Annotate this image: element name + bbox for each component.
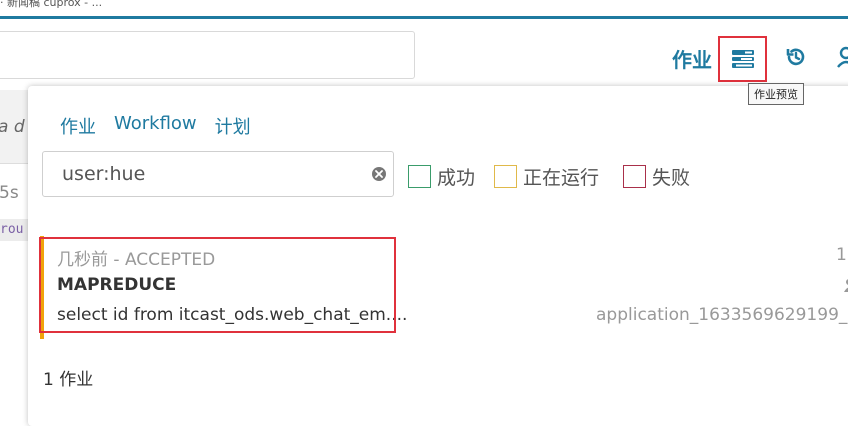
tab-workflow[interactable]: Workflow	[114, 113, 197, 139]
global-search-input[interactable]	[0, 31, 415, 79]
history-icon	[786, 48, 805, 66]
job-preview-button[interactable]	[718, 36, 767, 82]
background-divider	[0, 163, 28, 164]
status-checkbox-running[interactable]	[494, 165, 517, 188]
job-application-id: application_1633569629199_	[596, 305, 848, 325]
window-title: · 新闻稿 cuprox - ...	[0, 0, 103, 9]
status-filter-succeeded[interactable]: 成功	[408, 163, 475, 190]
status-filter-failed[interactable]: 失败	[623, 163, 690, 190]
header-accent-line	[0, 16, 848, 19]
background-number-text: 5s	[0, 183, 19, 203]
status-checkbox-succeeded[interactable]	[408, 165, 431, 188]
user-icon[interactable]	[836, 46, 848, 68]
background-code-text: rou	[0, 219, 28, 241]
status-label-running: 正在运行	[523, 167, 600, 189]
clear-filter-button[interactable]	[372, 167, 386, 181]
background-italic-text: a d	[0, 117, 25, 137]
job-list-icon	[731, 50, 754, 68]
job-filter-input[interactable]	[60, 162, 364, 186]
job-type-tabs: 作业 Workflow 计划	[60, 113, 251, 139]
status-label-succeeded: 成功	[437, 167, 476, 189]
job-count: 1 作业	[43, 370, 94, 390]
status-checkbox-failed[interactable]	[623, 165, 646, 188]
status-label-failed: 失败	[652, 167, 691, 189]
job-preview-tooltip: 作业预览	[748, 83, 804, 105]
job-filter-field[interactable]	[42, 151, 394, 197]
job-highlight-annotation	[39, 237, 396, 333]
tab-jobs[interactable]: 作业	[60, 113, 96, 139]
tab-schedule[interactable]: 计划	[215, 113, 251, 139]
jobs-label[interactable]: 作业	[672, 44, 712, 73]
job-progress-value: 1	[836, 245, 847, 265]
status-filter-running[interactable]: 正在运行	[494, 163, 599, 190]
history-button[interactable]	[783, 44, 809, 70]
job-user-icon	[844, 277, 848, 292]
close-icon	[375, 170, 383, 178]
